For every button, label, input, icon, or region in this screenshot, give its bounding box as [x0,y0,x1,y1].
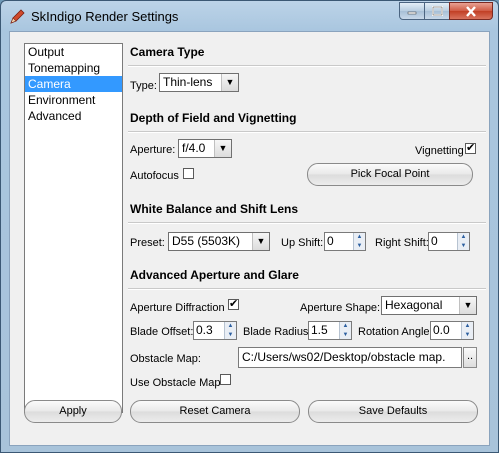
aperture-diffraction-checkbox[interactable]: ✔ [228,299,239,310]
chevron-down-icon: ▼ [459,297,476,314]
nav-item-tonemapping[interactable]: Tonemapping [25,60,122,76]
camera-type-value: Thin-lens [163,75,213,89]
right-shift-label: Right Shift: [375,237,429,249]
blade-offset-label: Blade Offset: [130,326,194,338]
spin-down-icon[interactable]: ▼ [339,330,351,339]
section-divider [128,288,486,290]
nav-item-advanced[interactable]: Advanced [25,108,122,124]
section-divider [128,65,486,67]
blade-radius-spinner[interactable]: 1.5 ▲ ▼ [308,321,352,340]
aperture-shape-label: Aperture Shape: [300,302,381,314]
nav-item-output[interactable]: Output [25,44,122,60]
dialog-body: Output Tonemapping Camera Environment Ad… [9,31,490,446]
aperture-label: Aperture: [130,144,176,156]
aperture-diffraction-label: Aperture Diffraction [130,302,225,314]
spin-down-icon[interactable]: ▼ [224,330,236,339]
spin-up-icon[interactable]: ▲ [457,233,469,242]
aperture-shape-value: Hexagonal [385,298,443,312]
obstacle-map-path-field[interactable]: C:/Users/ws02/Desktop/obstacle map. [238,347,462,368]
aperture-shape-select[interactable]: Hexagonal ▼ [381,296,477,315]
spinner-arrows: ▲ ▼ [353,233,365,250]
checkmark-icon: ✔ [466,142,476,154]
autofocus-checkbox[interactable] [183,168,194,179]
title-bar[interactable]: SkIndigo Render Settings [1,1,498,31]
settings-nav-list[interactable]: Output Tonemapping Camera Environment Ad… [24,43,123,413]
right-shift-spinner[interactable]: 0 ▲ ▼ [428,232,470,251]
rotation-angle-label: Rotation Angle: [358,326,433,338]
settings-window: SkIndigo Render Settings Output Tonemapp… [0,0,499,453]
preset-value: D55 (5503K) [172,234,241,248]
up-shift-value: 0 [327,234,334,248]
autofocus-label: Autofocus [130,170,179,182]
blade-offset-value: 0.3 [196,323,213,337]
right-shift-value: 0 [431,234,438,248]
minimize-icon [407,11,417,15]
use-obstacle-map-checkbox[interactable] [220,374,231,385]
use-obstacle-map-label: Use Obstacle Map [130,377,221,389]
window-title: SkIndigo Render Settings [31,9,179,24]
spinner-arrows: ▲ ▼ [457,233,469,250]
maximize-button[interactable] [424,2,450,20]
up-shift-spinner[interactable]: 0 ▲ ▼ [324,232,366,251]
rotation-angle-spinner[interactable]: 0.0 ▲ ▼ [430,321,474,340]
section-divider [128,131,486,133]
checkmark-icon: ✔ [229,298,239,310]
save-defaults-button[interactable]: Save Defaults [308,400,478,423]
blade-offset-spinner[interactable]: 0.3 ▲ ▼ [193,321,237,340]
spin-down-icon[interactable]: ▼ [461,330,473,339]
camera-panel: Camera Type Type: Thin-lens ▼ Depth of F… [128,32,488,402]
chevron-down-icon: ▼ [214,140,231,157]
chevron-down-icon: ▼ [252,233,269,250]
camera-type-heading: Camera Type [130,45,205,59]
obstacle-map-label: Obstacle Map: [130,353,201,365]
preset-select[interactable]: D55 (5503K) ▼ [168,232,270,251]
spinner-arrows: ▲ ▼ [461,322,473,339]
spinner-arrows: ▲ ▼ [339,322,351,339]
dof-heading: Depth of Field and Vignetting [130,111,297,125]
aperture-select[interactable]: f/4.0 ▼ [178,139,232,158]
reset-camera-button[interactable]: Reset Camera [130,400,300,423]
blade-radius-value: 1.5 [311,323,328,337]
spinner-arrows: ▲ ▼ [224,322,236,339]
spin-up-icon[interactable]: ▲ [339,322,351,331]
nav-item-camera[interactable]: Camera [25,76,122,92]
spin-down-icon[interactable]: ▼ [353,241,365,250]
rotation-angle-value: 0.0 [433,323,450,337]
close-button[interactable] [449,2,493,20]
up-shift-label: Up Shift: [281,237,324,249]
app-pencil-icon [10,9,25,24]
close-icon [466,5,476,17]
preset-label: Preset: [130,237,165,249]
apply-button[interactable]: Apply [24,400,122,423]
type-label: Type: [130,80,157,92]
pick-focal-point-button[interactable]: Pick Focal Point [307,163,473,186]
advanced-aperture-heading: Advanced Aperture and Glare [130,268,299,282]
vignetting-checkbox[interactable]: ✔ [465,143,476,154]
vignetting-label: Vignetting [415,145,464,157]
minimize-button[interactable] [399,2,425,20]
maximize-icon [431,6,443,16]
camera-type-select[interactable]: Thin-lens ▼ [159,73,239,92]
spin-up-icon[interactable]: ▲ [353,233,365,242]
aperture-value: f/4.0 [182,141,206,155]
browse-obstacle-map-button[interactable]: .. [463,347,477,368]
spin-down-icon[interactable]: ▼ [457,241,469,250]
blade-radius-label: Blade Radius: [243,326,312,338]
spin-up-icon[interactable]: ▲ [461,322,473,331]
chevron-down-icon: ▼ [221,74,238,91]
white-balance-heading: White Balance and Shift Lens [130,202,299,216]
section-divider [128,222,486,224]
spin-up-icon[interactable]: ▲ [224,322,236,331]
nav-item-environment[interactable]: Environment [25,92,122,108]
